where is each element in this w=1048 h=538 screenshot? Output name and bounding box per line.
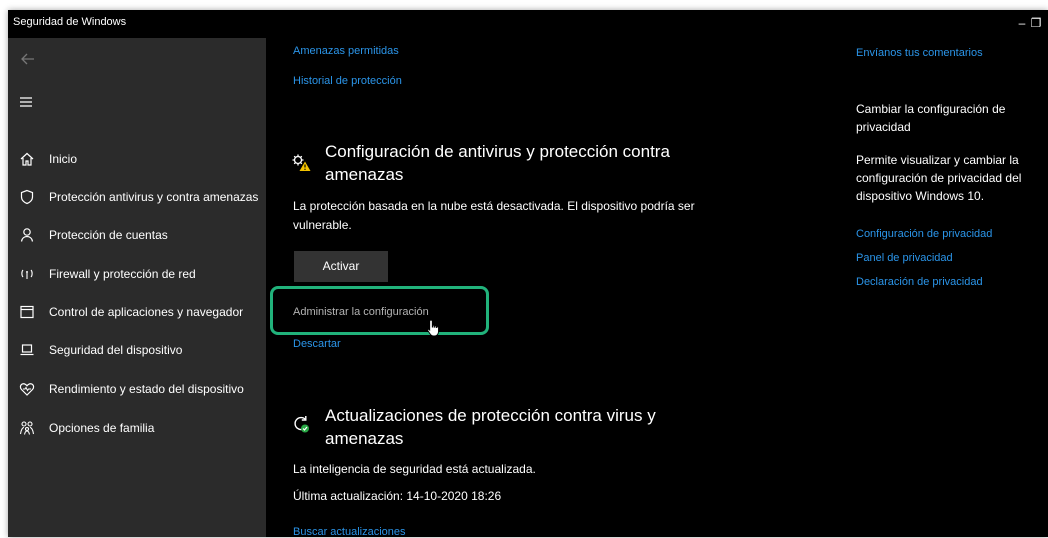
hamburger-icon <box>20 97 32 107</box>
sidebar-item-label: Firewall y protección de red <box>49 267 196 281</box>
hand-cursor-icon <box>427 319 439 337</box>
title-bar: Seguridad de Windows – ❐ <box>8 10 1048 38</box>
wifi-icon <box>21 269 33 279</box>
menu-button[interactable] <box>18 93 38 111</box>
sidebar-item-label: Control de aplicaciones y navegador <box>49 305 244 319</box>
shield-icon <box>20 189 34 205</box>
sidebar: Inicio Protección antivirus y contra ame… <box>8 38 266 537</box>
protection-history-link[interactable]: Historial de protección <box>293 75 402 87</box>
sidebar-item-app-control[interactable]: Control de aplicaciones y navegador <box>8 297 266 327</box>
app-browser-icon <box>20 305 34 319</box>
windows-security-window: Seguridad de Windows – ❐ Inicio Protecci… <box>8 10 1048 538</box>
sidebar-item-device-security[interactable]: Seguridad del dispositivo <box>8 335 266 365</box>
back-button[interactable] <box>18 50 38 68</box>
sidebar-item-label: Inicio <box>49 152 78 166</box>
settings-warning-icon <box>292 154 311 171</box>
sidebar-item-antivirus[interactable]: Protección antivirus y contra amenazas <box>8 182 266 212</box>
person-icon <box>20 228 34 242</box>
privacy-description: Permite visualizar y cambiar la configur… <box>856 153 1022 203</box>
sidebar-item-label: Seguridad del dispositivo <box>49 343 183 357</box>
home-icon <box>20 152 34 166</box>
sidebar-item-label: Protección de cuentas <box>49 228 168 242</box>
sidebar-item-firewall[interactable]: Firewall y protección de red <box>8 259 266 289</box>
av-settings-description: La protección basada en la nube está des… <box>293 199 695 232</box>
last-update-text: Última actualización: 14-10-2020 18:26 <box>293 489 502 503</box>
sidebar-item-inicio[interactable]: Inicio <box>8 144 266 174</box>
sidebar-item-accounts[interactable]: Protección de cuentas <box>8 220 266 250</box>
manage-settings-link[interactable]: Administrar la configuración <box>293 306 429 318</box>
allowed-threats-link[interactable]: Amenazas permitidas <box>293 45 399 57</box>
dismiss-link[interactable]: Descartar <box>293 338 341 350</box>
av-settings-title: Configuración de antivirus y protección … <box>325 142 670 184</box>
privacy-heading: Cambiar la configuración de privacidad <box>856 102 1006 134</box>
updates-status: La inteligencia de seguridad está actual… <box>293 462 536 476</box>
back-arrow-icon <box>21 53 34 65</box>
window-title: Seguridad de Windows <box>13 16 127 28</box>
updates-title: Actualizaciones de protección contra vir… <box>325 406 656 448</box>
activate-button[interactable]: Activar <box>294 251 388 282</box>
laptop-icon <box>20 344 34 356</box>
main-content: Amenazas permitidas Historial de protecc… <box>266 38 826 538</box>
restore-button[interactable]: ❐ <box>1026 14 1046 32</box>
privacy-statement-link[interactable]: Declaración de privacidad <box>856 276 983 288</box>
sidebar-item-family[interactable]: Opciones de familia <box>8 413 266 443</box>
family-icon <box>19 421 35 435</box>
related-sidebar: Envíanos tus comentarios Cambiar la conf… <box>826 38 1048 537</box>
sidebar-item-label: Rendimiento y estado del dispositivo <box>49 382 244 396</box>
heart-icon <box>19 383 35 396</box>
privacy-dashboard-link[interactable]: Panel de privacidad <box>856 252 953 264</box>
feedback-link[interactable]: Envíanos tus comentarios <box>856 47 983 59</box>
sidebar-item-label: Protección antivirus y contra amenazas <box>49 190 259 204</box>
sidebar-item-performance[interactable]: Rendimiento y estado del dispositivo <box>8 374 266 404</box>
refresh-check-icon <box>294 416 309 433</box>
check-updates-link[interactable]: Buscar actualizaciones <box>293 526 406 538</box>
sidebar-item-label: Opciones de familia <box>49 421 155 435</box>
privacy-settings-link[interactable]: Configuración de privacidad <box>856 228 992 240</box>
